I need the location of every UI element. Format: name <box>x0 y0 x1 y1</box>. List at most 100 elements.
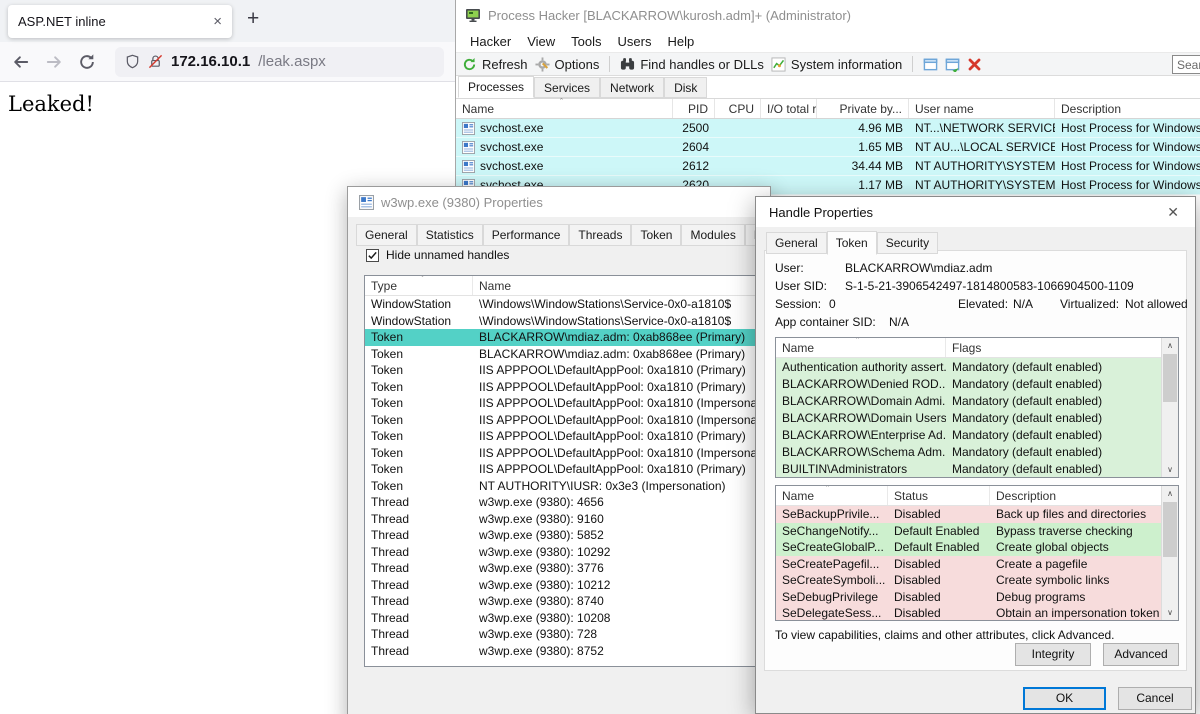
tab-general[interactable]: General <box>356 224 417 246</box>
handle-row[interactable]: Thread w3wp.exe (9380): 8752 <box>365 643 756 660</box>
scrollbar[interactable]: ∧ ∨ <box>1161 338 1178 477</box>
close-tool-button[interactable] <box>967 57 982 72</box>
reload-icon[interactable] <box>78 53 96 71</box>
advanced-button[interactable]: Advanced <box>1103 643 1179 666</box>
group-row[interactable]: BLACKARROW\Domain Admi... Mandatory (def… <box>776 392 1161 409</box>
tab-statistics[interactable]: Statistics <box>417 224 483 246</box>
tab-token[interactable]: Token <box>631 224 681 246</box>
options-button[interactable]: Options <box>535 57 600 72</box>
handle-row[interactable]: Token BLACKARROW\mdiaz.adm: 0xab868ee (P… <box>365 346 756 363</box>
tab-token[interactable]: Token <box>827 231 877 255</box>
forward-icon[interactable] <box>45 53 63 71</box>
handle-row[interactable]: Thread w3wp.exe (9380): 10292 <box>365 544 756 561</box>
scroll-up-icon[interactable]: ∧ <box>1162 486 1178 501</box>
handle-row[interactable]: Thread w3wp.exe (9380): 4656 <box>365 494 756 511</box>
group-row[interactable]: BUILTIN\Administrators Mandatory (defaul… <box>776 460 1161 477</box>
handle-row[interactable]: Thread w3wp.exe (9380): 728 <box>365 626 756 643</box>
scroll-thumb[interactable] <box>1163 354 1177 402</box>
scroll-up-icon[interactable]: ∧ <box>1162 338 1178 353</box>
tab-processes[interactable]: Processes <box>458 76 534 98</box>
tab-modules[interactable]: Modules <box>681 224 744 246</box>
new-tab-button[interactable]: + <box>247 7 259 31</box>
tab-threads[interactable]: Threads <box>569 224 631 246</box>
scroll-down-icon[interactable]: ∨ <box>1162 605 1178 620</box>
handle-row[interactable]: Token IIS APPPOOL\DefaultAppPool: 0xa181… <box>365 362 756 379</box>
handle-properties-tabs: General Token Security <box>756 227 1195 254</box>
handle-row[interactable]: Token IIS APPPOOL\DefaultAppPool: 0xa181… <box>365 428 756 445</box>
handle-row[interactable]: Token NT AUTHORITY\IUSR: 0x3e3 (Imperson… <box>365 478 756 495</box>
privilege-row[interactable]: SeDelegateSess... Disabled Obtain an imp… <box>776 605 1161 621</box>
handle-row[interactable]: Token BLACKARROW\mdiaz.adm: 0xab868ee (P… <box>365 329 756 346</box>
handle-row[interactable]: Thread w3wp.exe (9380): 10212 <box>365 577 756 594</box>
group-row[interactable]: BLACKARROW\Enterprise Ad... Mandatory (d… <box>776 426 1161 443</box>
scroll-down-icon[interactable]: ∨ <box>1162 462 1178 477</box>
always-on-top-button[interactable] <box>923 57 938 72</box>
ok-button[interactable]: OK <box>1023 687 1106 710</box>
privilege-row[interactable]: SeCreatePagefil... Disabled Create a pag… <box>776 556 1161 573</box>
process-row[interactable]: svchost.exe 2500 4.96 MB NT...\NETWORK S… <box>456 119 1200 138</box>
handle-row[interactable]: Thread w3wp.exe (9380): 10208 <box>365 610 756 627</box>
menu-item[interactable]: Users <box>610 34 660 49</box>
group-row[interactable]: Authentication authority assert... Manda… <box>776 358 1161 375</box>
handle-row[interactable]: WindowStation \Windows\WindowStations\Se… <box>365 313 756 330</box>
tab-network[interactable]: Network <box>600 77 664 98</box>
advanced-note: To view capabilities, claims and other a… <box>775 628 1115 642</box>
tab-security[interactable]: Security <box>877 232 938 254</box>
handle-row[interactable]: Token IIS APPPOOL\DefaultAppPool: 0xa181… <box>365 412 756 429</box>
hide-unnamed-handles-checkbox[interactable]: Hide unnamed handles <box>366 248 509 262</box>
handle-row[interactable]: Thread w3wp.exe (9380): 5852 <box>365 527 756 544</box>
handle-row[interactable]: Token IIS APPPOOL\DefaultAppPool: 0xa181… <box>365 379 756 396</box>
scrollbar[interactable]: ∧ ∨ <box>1161 486 1178 620</box>
handle-list-header[interactable]: ˇ Type Name <box>365 276 756 296</box>
scroll-thumb[interactable] <box>1163 502 1177 557</box>
privilege-row[interactable]: SeCreateSymboli... Disabled Create symbo… <box>776 572 1161 589</box>
tab-disk[interactable]: Disk <box>664 77 707 98</box>
group-row[interactable]: BLACKARROW\Domain Users Mandatory (defau… <box>776 409 1161 426</box>
tab-general[interactable]: General <box>766 232 827 254</box>
integrity-button[interactable]: Integrity <box>1015 643 1091 666</box>
privilege-row[interactable]: SeChangeNotify... Default Enabled Bypass… <box>776 523 1161 540</box>
handle-row[interactable]: WindowStation \Windows\WindowStations\Se… <box>365 296 756 313</box>
checkbox-checked-icon[interactable] <box>366 249 379 262</box>
privilege-row[interactable]: SeDebugPrivilege Disabled Debug programs <box>776 589 1161 606</box>
browser-tab-bar: ASP.NET inline × + <box>0 0 456 42</box>
close-icon[interactable]: ✕ <box>1164 204 1182 221</box>
dialog-title: w3wp.exe (9380) Properties <box>381 195 543 210</box>
menu-item[interactable]: View <box>519 34 563 49</box>
find-handles-button[interactable]: Find handles or DLLs <box>620 57 764 72</box>
handle-row[interactable]: Token IIS APPPOOL\DefaultAppPool: 0xa181… <box>365 461 756 478</box>
handle-row[interactable]: Token IIS APPPOOL\DefaultAppPool: 0xa181… <box>365 445 756 462</box>
refresh-button[interactable]: Refresh <box>462 57 528 72</box>
privilege-row[interactable]: SeBackupPrivile... Disabled Back up file… <box>776 506 1161 523</box>
back-icon[interactable] <box>12 53 30 71</box>
url-bar[interactable]: 172.16.10.1/leak.aspx <box>115 47 444 77</box>
group-row[interactable]: BLACKARROW\Schema Adm... Mandatory (defa… <box>776 443 1161 460</box>
tab-close-icon[interactable]: × <box>213 13 222 30</box>
virtualized-label: Virtualized: <box>1060 297 1119 311</box>
menu-item[interactable]: Hacker <box>462 34 519 49</box>
browser-tab[interactable]: ASP.NET inline × <box>8 5 232 38</box>
process-list-header[interactable]: ˆ Name PID CPU I/O total r... Private by… <box>456 98 1200 119</box>
tab-services[interactable]: Services <box>534 77 600 98</box>
group-row[interactable]: BLACKARROW\Denied ROD... Mandatory (defa… <box>776 375 1161 392</box>
process-row[interactable]: svchost.exe 2604 1.65 MB NT AU...\LOCAL … <box>456 138 1200 157</box>
url-host: 172.16.10.1 <box>171 53 250 70</box>
handle-row[interactable]: Thread w3wp.exe (9380): 9160 <box>365 511 756 528</box>
tab-performance[interactable]: Performance <box>483 224 570 246</box>
cancel-button[interactable]: Cancel <box>1118 687 1192 710</box>
privilege-row[interactable]: SeCreateGlobalP... Default Enabled Creat… <box>776 539 1161 556</box>
system-information-button[interactable]: System information <box>771 57 902 72</box>
open-window-button[interactable] <box>945 57 960 72</box>
refresh-icon <box>462 57 477 72</box>
menu-item[interactable]: Help <box>659 34 702 49</box>
handle-row[interactable]: Thread w3wp.exe (9380): 8740 <box>365 593 756 610</box>
privileges-header[interactable]: ˆ Name Status Description <box>776 486 1161 506</box>
menu-item[interactable]: Tools <box>563 34 609 49</box>
groups-header[interactable]: ˆ Name Flags <box>776 338 1161 358</box>
virtualized-value: Not allowed <box>1125 297 1188 311</box>
handle-row[interactable]: Thread w3wp.exe (9380): 3776 <box>365 560 756 577</box>
handle-row[interactable]: Token IIS APPPOOL\DefaultAppPool: 0xa181… <box>365 395 756 412</box>
red-x-icon <box>967 57 982 72</box>
search-input[interactable] <box>1172 55 1200 74</box>
process-row[interactable]: svchost.exe 2612 34.44 MB NT AUTHORITY\S… <box>456 157 1200 176</box>
